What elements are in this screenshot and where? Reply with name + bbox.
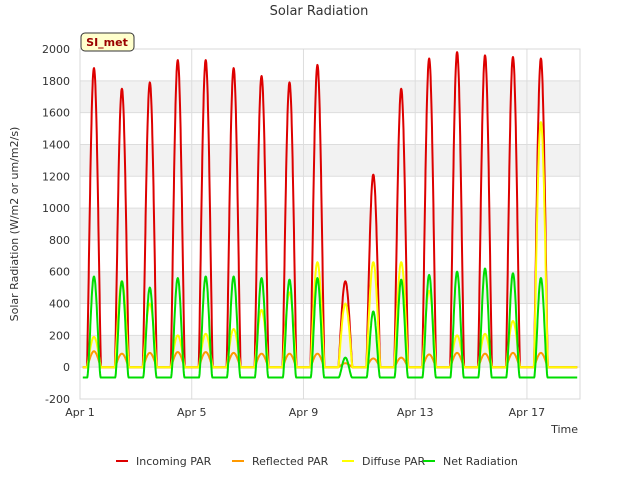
- legend-label: Net Radiation: [443, 455, 518, 468]
- y-tick-label: 2000: [42, 43, 70, 56]
- legend: Incoming PAR Reflected PAR Diffuse PAR Net …: [116, 455, 518, 468]
- y-tick-label: -200: [45, 393, 70, 406]
- legend-label: Incoming PAR: [136, 455, 212, 468]
- y-axis-title: Solar Radiation (W/m2 or um/m2/s): [8, 127, 21, 322]
- x-tick-label: Apr 5: [177, 406, 207, 419]
- plot-band: [80, 144, 580, 177]
- x-tick-label: Apr 17: [509, 406, 546, 419]
- y-tick-label: 200: [49, 329, 70, 342]
- y-tick-label: 1600: [42, 107, 70, 120]
- y-tick-label: 600: [49, 266, 70, 279]
- site-badge: SI_met: [80, 32, 135, 52]
- solar-radiation-chart: -200 0 200 400 600 800 1000 1200 1400 1600 1800 200…: [0, 0, 640, 480]
- y-tick-label: 1400: [42, 138, 70, 151]
- x-axis-title: Time: [550, 423, 578, 436]
- y-tick-label: 1000: [42, 202, 70, 215]
- y-tick-label: 0: [63, 361, 70, 374]
- y-tick-label: 1800: [42, 75, 70, 88]
- plot-band: [80, 80, 580, 113]
- legend-label: Reflected PAR: [252, 455, 329, 468]
- x-tick-label: Apr 9: [289, 406, 319, 419]
- chart-title: Solar Radiation: [270, 4, 369, 19]
- y-tick-label: 1200: [42, 170, 70, 183]
- x-tick-label: Apr 1: [65, 406, 95, 419]
- y-tick-label: 400: [49, 298, 70, 311]
- y-tick-label: 800: [49, 234, 70, 247]
- x-tick-label: Apr 13: [397, 406, 434, 419]
- legend-label: Diffuse PAR: [362, 455, 426, 468]
- site-badge-label: SI_met: [86, 36, 128, 49]
